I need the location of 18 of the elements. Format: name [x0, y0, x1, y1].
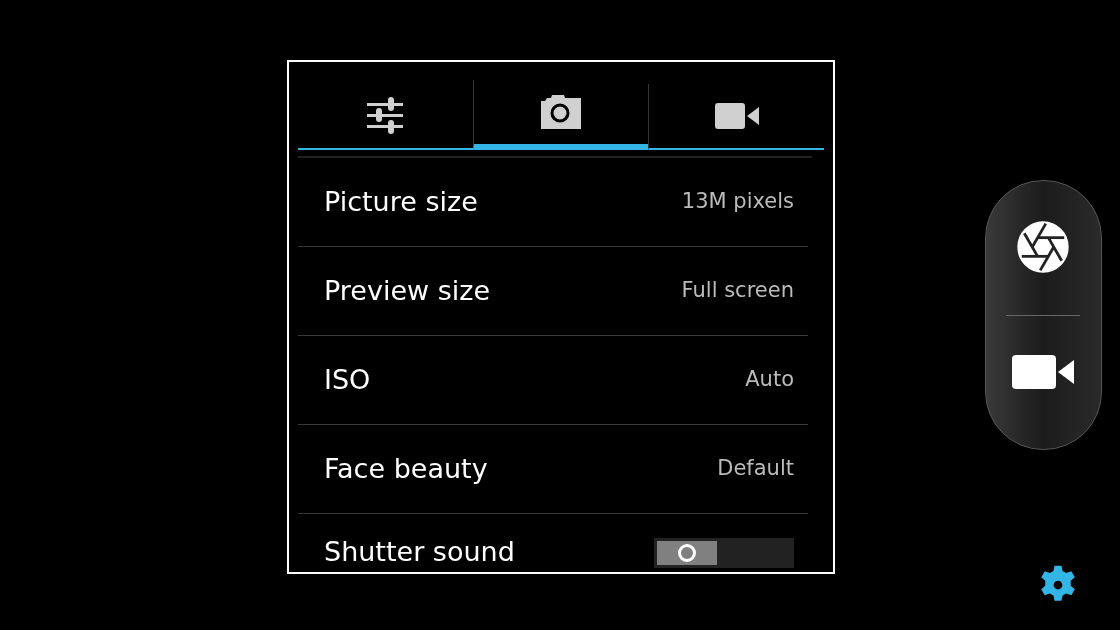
setting-value: 13M pixels [681, 188, 794, 216]
setting-label: Shutter sound [324, 534, 515, 569]
settings-tab[interactable] [648, 84, 824, 150]
video-mode-button[interactable] [1011, 352, 1075, 392]
setting-value: Auto [745, 366, 794, 394]
setting-label: Preview size [324, 273, 491, 308]
video-camera-icon [714, 103, 759, 129]
setting-label: Picture size [324, 184, 478, 219]
settings-tab[interactable] [472, 80, 649, 150]
setting-value: Default [717, 455, 794, 483]
video-camera-icon [1012, 355, 1074, 389]
aperture-icon [1015, 219, 1071, 275]
camera-icon [540, 95, 582, 129]
toggle-switch[interactable] [654, 538, 794, 568]
setting-label: Face beauty [324, 451, 488, 486]
setting-label: ISO [324, 362, 371, 397]
setting-value: Full screen [681, 277, 794, 305]
sliders-icon [365, 96, 406, 136]
